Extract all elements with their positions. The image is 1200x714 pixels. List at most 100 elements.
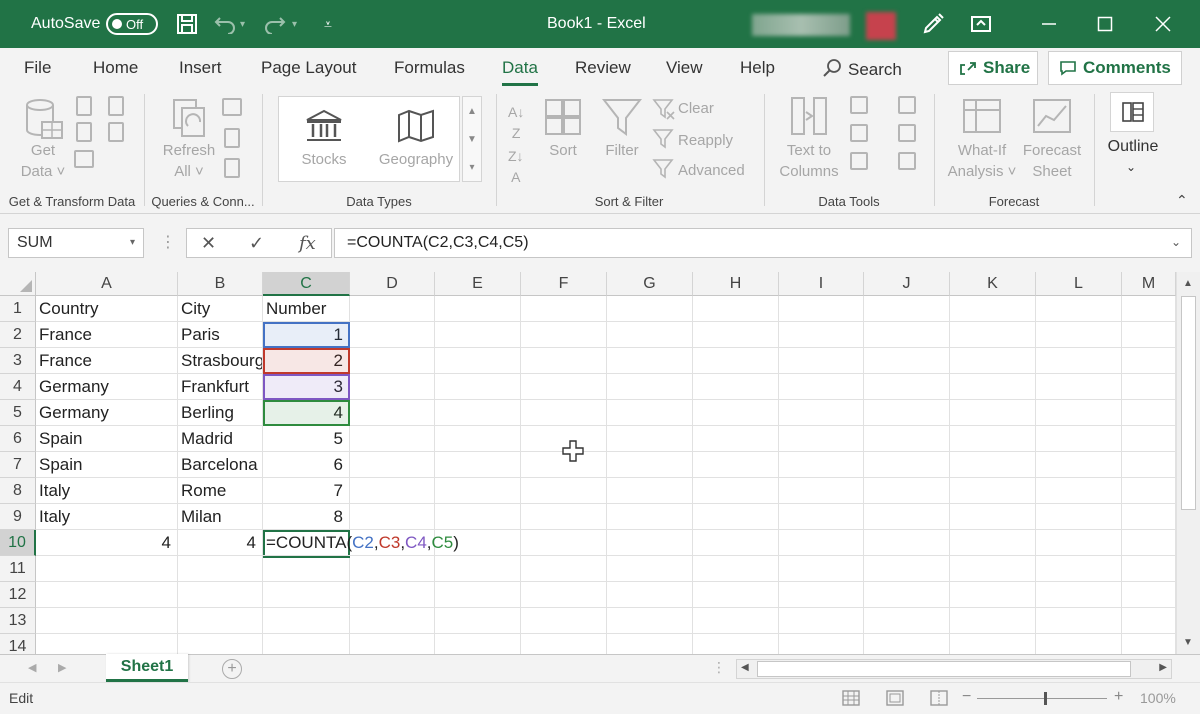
column-header-b[interactable]: B: [178, 272, 263, 296]
cell-h9[interactable]: [693, 504, 779, 530]
cell-i1[interactable]: [779, 296, 864, 322]
cell-b3[interactable]: Strasbourg: [178, 348, 263, 374]
cell-i11[interactable]: [779, 556, 864, 582]
cell-b10[interactable]: 4: [178, 530, 263, 556]
page-layout-view-icon[interactable]: [886, 690, 904, 706]
column-header-h[interactable]: H: [693, 272, 779, 296]
relationships-icon[interactable]: [898, 124, 916, 142]
cell-j6[interactable]: [864, 426, 950, 452]
cell-j9[interactable]: [864, 504, 950, 530]
cell-c14[interactable]: [263, 634, 350, 654]
cell-m11[interactable]: [1122, 556, 1176, 582]
flash-fill-icon[interactable]: [850, 96, 868, 114]
cell-h7[interactable]: [693, 452, 779, 478]
cell-m13[interactable]: [1122, 608, 1176, 634]
row-header-11[interactable]: 11: [0, 556, 36, 582]
cell-e6[interactable]: [435, 426, 521, 452]
cell-l2[interactable]: [1036, 322, 1122, 348]
cell-d2[interactable]: [350, 322, 435, 348]
cell-e13[interactable]: [435, 608, 521, 634]
minimize-icon[interactable]: [1041, 0, 1057, 48]
cell-h6[interactable]: [693, 426, 779, 452]
cell-a9[interactable]: Italy: [36, 504, 178, 530]
select-all-corner[interactable]: [0, 272, 36, 296]
cell-i8[interactable]: [779, 478, 864, 504]
cell-m3[interactable]: [1122, 348, 1176, 374]
zoom-slider-knob[interactable]: [1044, 692, 1047, 705]
scroll-down-icon[interactable]: ▼: [1183, 637, 1193, 648]
maximize-icon[interactable]: [1097, 0, 1113, 48]
cell-i4[interactable]: [779, 374, 864, 400]
vertical-scroll-thumb[interactable]: [1181, 296, 1196, 510]
cell-m1[interactable]: [1122, 296, 1176, 322]
cell-h1[interactable]: [693, 296, 779, 322]
column-header-d[interactable]: D: [350, 272, 435, 296]
cell-d1[interactable]: [350, 296, 435, 322]
cell-e11[interactable]: [435, 556, 521, 582]
cell-i14[interactable]: [779, 634, 864, 654]
cell-c1[interactable]: Number: [263, 296, 350, 322]
cell-d13[interactable]: [350, 608, 435, 634]
tab-view[interactable]: View: [666, 58, 703, 78]
cell-j8[interactable]: [864, 478, 950, 504]
column-header-g[interactable]: G: [607, 272, 693, 296]
data-validation-icon[interactable]: [850, 152, 868, 170]
cell-k6[interactable]: [950, 426, 1036, 452]
redo-dropdown-icon[interactable]: ▾: [292, 0, 297, 48]
scroll-left-icon[interactable]: ◀: [741, 662, 749, 673]
from-text-icon[interactable]: [76, 96, 92, 116]
cell-i7[interactable]: [779, 452, 864, 478]
cell-j12[interactable]: [864, 582, 950, 608]
cell-c11[interactable]: [263, 556, 350, 582]
cell-e3[interactable]: [435, 348, 521, 374]
cell-b12[interactable]: [178, 582, 263, 608]
cell-g10[interactable]: [607, 530, 693, 556]
cell-d5[interactable]: [350, 400, 435, 426]
cell-m10[interactable]: [1122, 530, 1176, 556]
cell-a1[interactable]: Country: [36, 296, 178, 322]
cell-a4[interactable]: Germany: [36, 374, 178, 400]
prev-sheet-icon[interactable]: ◀: [28, 661, 36, 674]
cell-a2[interactable]: France: [36, 322, 178, 348]
cell-g2[interactable]: [607, 322, 693, 348]
cell-c10[interactable]: =COUNTA(C2,C3,C4,C5): [263, 530, 463, 556]
column-header-c[interactable]: C: [263, 272, 350, 296]
cell-a13[interactable]: [36, 608, 178, 634]
worksheet-grid[interactable]: ABCDEFGHIJKLM 1 2 3 4 5 6 7 8 9 10 11 12 13 14 Countr…: [0, 272, 1200, 654]
row-header-3[interactable]: 3: [0, 348, 36, 374]
edit-links-icon[interactable]: [224, 158, 240, 178]
cell-i6[interactable]: [779, 426, 864, 452]
cell-j5[interactable]: [864, 400, 950, 426]
cancel-icon[interactable]: ✕: [201, 233, 216, 254]
cell-a8[interactable]: Italy: [36, 478, 178, 504]
cell-f2[interactable]: [521, 322, 607, 348]
cell-l7[interactable]: [1036, 452, 1122, 478]
horizontal-scroll-thumb[interactable]: [757, 661, 1131, 677]
undo-dropdown-icon[interactable]: ▾: [240, 0, 245, 48]
close-icon[interactable]: [1155, 0, 1171, 48]
row-header-7[interactable]: 7: [0, 452, 36, 478]
cell-k4[interactable]: [950, 374, 1036, 400]
cell-m14[interactable]: [1122, 634, 1176, 654]
cell-c6[interactable]: 5: [263, 426, 350, 452]
cell-i10[interactable]: [779, 530, 864, 556]
insert-function-icon[interactable]: fx: [299, 233, 316, 254]
comments-button[interactable]: Comments: [1048, 51, 1182, 85]
cell-f4[interactable]: [521, 374, 607, 400]
cell-b11[interactable]: [178, 556, 263, 582]
formula-input[interactable]: =COUNTA(C2,C3,C4,C5) ⌄: [334, 228, 1192, 258]
cell-h4[interactable]: [693, 374, 779, 400]
cell-l5[interactable]: [1036, 400, 1122, 426]
cell-l1[interactable]: [1036, 296, 1122, 322]
cell-m7[interactable]: [1122, 452, 1176, 478]
cell-i13[interactable]: [779, 608, 864, 634]
cell-h12[interactable]: [693, 582, 779, 608]
scroll-right-icon[interactable]: ▶: [1159, 662, 1167, 673]
cell-l14[interactable]: [1036, 634, 1122, 654]
enter-icon[interactable]: ✓: [249, 233, 264, 254]
cell-e14[interactable]: [435, 634, 521, 654]
recent-sources-icon[interactable]: [108, 96, 124, 116]
data-types-scroll[interactable]: ▲ ▼ ▾: [462, 96, 482, 182]
cell-l12[interactable]: [1036, 582, 1122, 608]
tab-data[interactable]: Data: [502, 58, 538, 86]
